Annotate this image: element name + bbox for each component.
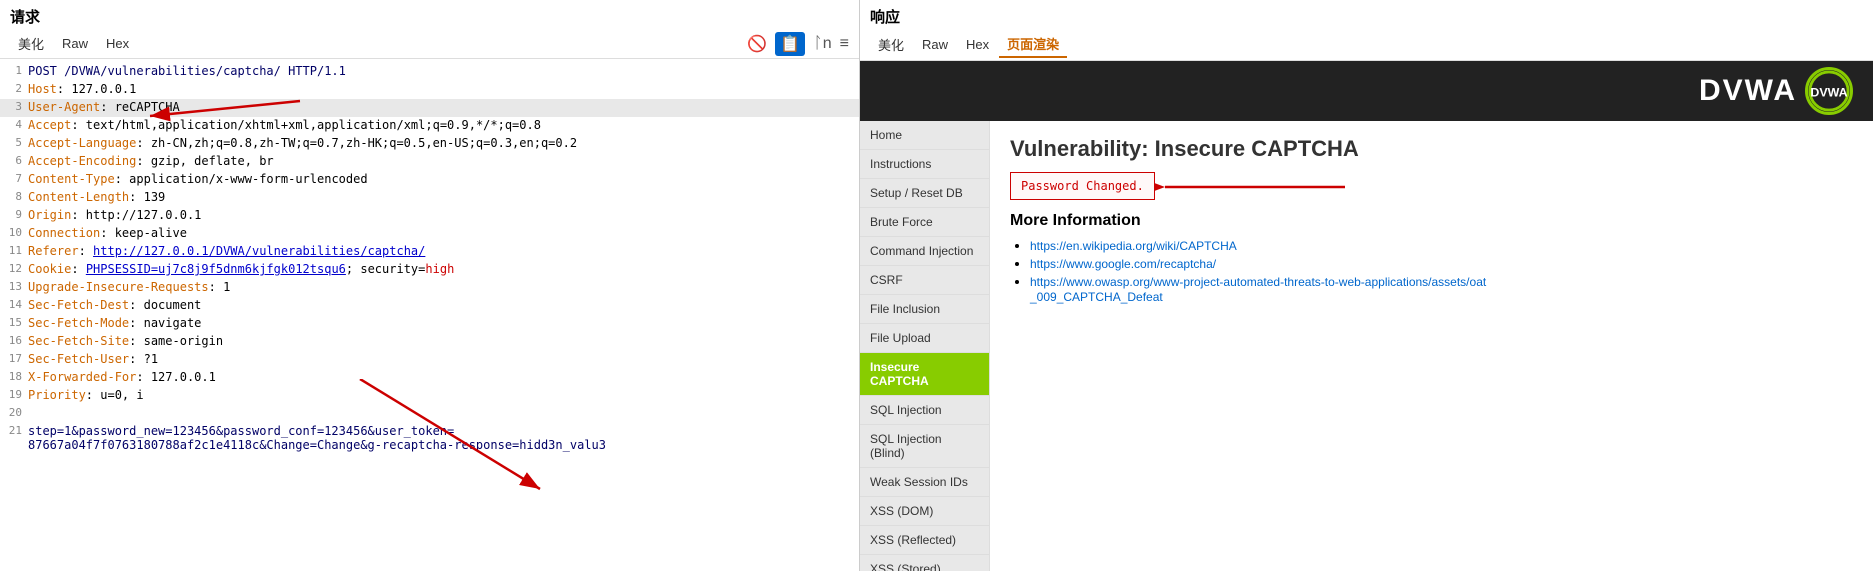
code-line-19: 19 Priority: u=0, i bbox=[0, 387, 859, 405]
nav-item-sqlinjection[interactable]: SQL Injection bbox=[860, 396, 989, 425]
dvwa-header: DVWA DVWA bbox=[860, 61, 1873, 121]
code-line-5: 5 Accept-Language: zh-CN,zh;q=0.8,zh-TW;… bbox=[0, 135, 859, 153]
eye-off-icon[interactable]: 🚫 bbox=[747, 34, 767, 54]
nav-item-csrf[interactable]: CSRF bbox=[860, 266, 989, 295]
dvwa-content: Vulnerability: Insecure CAPTCHA Password… bbox=[990, 121, 1873, 571]
nav-item-insecurecaptcha[interactable]: Insecure CAPTCHA bbox=[860, 353, 989, 396]
request-code-area: 1 POST /DVWA/vulnerabilities/captcha/ HT… bbox=[0, 59, 859, 571]
request-tab-icons: 🚫 📋 ᛚn ≡ bbox=[747, 32, 849, 56]
nav-item-sqlinjectionblind[interactable]: SQL Injection (Blind) bbox=[860, 425, 989, 468]
code-line-8: 8 Content-Length: 139 bbox=[0, 189, 859, 207]
tab-raw-left[interactable]: Raw bbox=[54, 33, 96, 54]
dvwa-body: Home Instructions Setup / Reset DB Brute… bbox=[860, 121, 1873, 571]
tab-hex-right[interactable]: Hex bbox=[958, 34, 997, 55]
code-line-13: 13 Upgrade-Insecure-Requests: 1 bbox=[0, 279, 859, 297]
code-line-10: 10 Connection: keep-alive bbox=[0, 225, 859, 243]
dvwa-nav: Home Instructions Setup / Reset DB Brute… bbox=[860, 121, 990, 571]
nav-item-fileinclusion[interactable]: File Inclusion bbox=[860, 295, 989, 324]
code-line-17: 17 Sec-Fetch-User: ?1 bbox=[0, 351, 859, 369]
nav-item-instructions[interactable]: Instructions bbox=[860, 150, 989, 179]
link-item-2: https://www.google.com/recaptcha/ bbox=[1030, 256, 1853, 271]
response-tab-bar: 美化 Raw Hex 页面渲染 bbox=[860, 29, 1873, 61]
dvwa-frame: DVWA DVWA Home Instructions Setup / Rese… bbox=[860, 61, 1873, 571]
link-item-3: https://www.owasp.org/www-project-automa… bbox=[1030, 274, 1853, 304]
code-line-1: 1 POST /DVWA/vulnerabilities/captcha/ HT… bbox=[0, 63, 859, 81]
code-line-20: 20 bbox=[0, 405, 859, 423]
code-line-16: 16 Sec-Fetch-Site: same-origin bbox=[0, 333, 859, 351]
menu-icon[interactable]: ≡ bbox=[840, 35, 849, 53]
nav-item-bruteforce[interactable]: Brute Force bbox=[860, 208, 989, 237]
response-panel: 响应 美化 Raw Hex 页面渲染 DVWA DVWA Home Instru… bbox=[860, 0, 1873, 571]
tab-beautify-right[interactable]: 美化 bbox=[870, 32, 912, 57]
clipboard-icon[interactable]: 📋 bbox=[775, 32, 805, 56]
tab-raw-right[interactable]: Raw bbox=[914, 34, 956, 55]
nav-item-xssdom[interactable]: XSS (DOM) bbox=[860, 497, 989, 526]
response-title: 响应 bbox=[860, 0, 1873, 29]
password-changed-container: Password Changed. bbox=[1010, 172, 1155, 212]
arrow-password bbox=[1155, 167, 1355, 207]
nav-item-weaksessionids[interactable]: Weak Session IDs bbox=[860, 468, 989, 497]
dvwa-logo-circle: DVWA bbox=[1805, 67, 1853, 115]
code-line-14: 14 Sec-Fetch-Dest: document bbox=[0, 297, 859, 315]
link-wikipedia[interactable]: https://en.wikipedia.org/wiki/CAPTCHA bbox=[1030, 239, 1237, 253]
code-line-15: 15 Sec-Fetch-Mode: navigate bbox=[0, 315, 859, 333]
request-tab-bar: 美化 Raw Hex 🚫 📋 ᛚn ≡ bbox=[0, 29, 859, 59]
pipe-icon[interactable]: ᛚn bbox=[813, 35, 832, 53]
nav-item-xssstored[interactable]: XSS (Stored) bbox=[860, 555, 989, 571]
code-line-3: 3 User-Agent: reCAPTCHA bbox=[0, 99, 859, 117]
tab-beautify-left[interactable]: 美化 bbox=[10, 31, 52, 56]
code-line-6: 6 Accept-Encoding: gzip, deflate, br bbox=[0, 153, 859, 171]
nav-item-fileupload[interactable]: File Upload bbox=[860, 324, 989, 353]
code-line-21: 21 step=1&password_new=123456&password_c… bbox=[0, 423, 859, 453]
page-title: Vulnerability: Insecure CAPTCHA bbox=[1010, 136, 1853, 162]
request-title: 请求 bbox=[0, 0, 859, 29]
nav-item-commandinjection[interactable]: Command Injection bbox=[860, 237, 989, 266]
svg-text:DVWA: DVWA bbox=[1810, 86, 1847, 100]
tab-render-right[interactable]: 页面渲染 bbox=[999, 31, 1067, 58]
code-line-7: 7 Content-Type: application/x-www-form-u… bbox=[0, 171, 859, 189]
dvwa-links-list: https://en.wikipedia.org/wiki/CAPTCHA ht… bbox=[1010, 238, 1853, 304]
code-line-18: 18 X-Forwarded-For: 127.0.0.1 bbox=[0, 369, 859, 387]
code-line-11: 11 Referer: http://127.0.0.1/DVWA/vulner… bbox=[0, 243, 859, 261]
password-changed-badge: Password Changed. bbox=[1010, 172, 1155, 200]
code-line-2: 2 Host: 127.0.0.1 bbox=[0, 81, 859, 99]
code-line-9: 9 Origin: http://127.0.0.1 bbox=[0, 207, 859, 225]
code-line-4: 4 Accept: text/html,application/xhtml+xm… bbox=[0, 117, 859, 135]
link-owasp[interactable]: https://www.owasp.org/www-project-automa… bbox=[1030, 275, 1486, 304]
nav-item-setup[interactable]: Setup / Reset DB bbox=[860, 179, 989, 208]
link-item-1: https://en.wikipedia.org/wiki/CAPTCHA bbox=[1030, 238, 1853, 253]
dvwa-logo-text: DVWA bbox=[1699, 74, 1797, 108]
more-info-title: More Information bbox=[1010, 212, 1853, 230]
nav-item-home[interactable]: Home bbox=[860, 121, 989, 150]
tab-hex-left[interactable]: Hex bbox=[98, 33, 137, 54]
link-google-recaptcha[interactable]: https://www.google.com/recaptcha/ bbox=[1030, 257, 1216, 271]
code-line-12: 12 Cookie: PHPSESSID=uj7c8j9f5dnm6kjfgk0… bbox=[0, 261, 859, 279]
request-panel: 请求 美化 Raw Hex 🚫 📋 ᛚn ≡ 1 POST /DVWA/vuln… bbox=[0, 0, 860, 571]
nav-item-xssreflected[interactable]: XSS (Reflected) bbox=[860, 526, 989, 555]
